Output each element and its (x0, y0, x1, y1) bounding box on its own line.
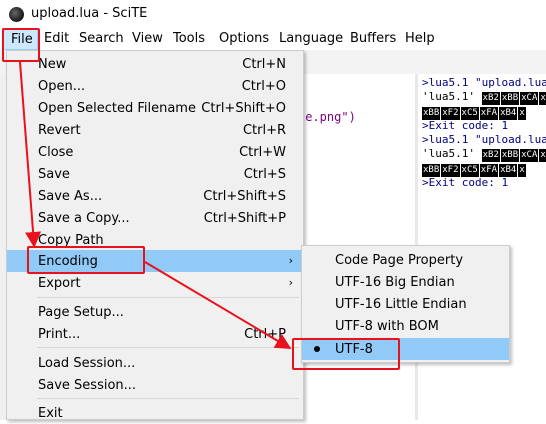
annotation-arrows (19, 61, 292, 350)
arrow-to-utf8 (144, 261, 292, 350)
arrow-to-encoding (19, 61, 42, 248)
